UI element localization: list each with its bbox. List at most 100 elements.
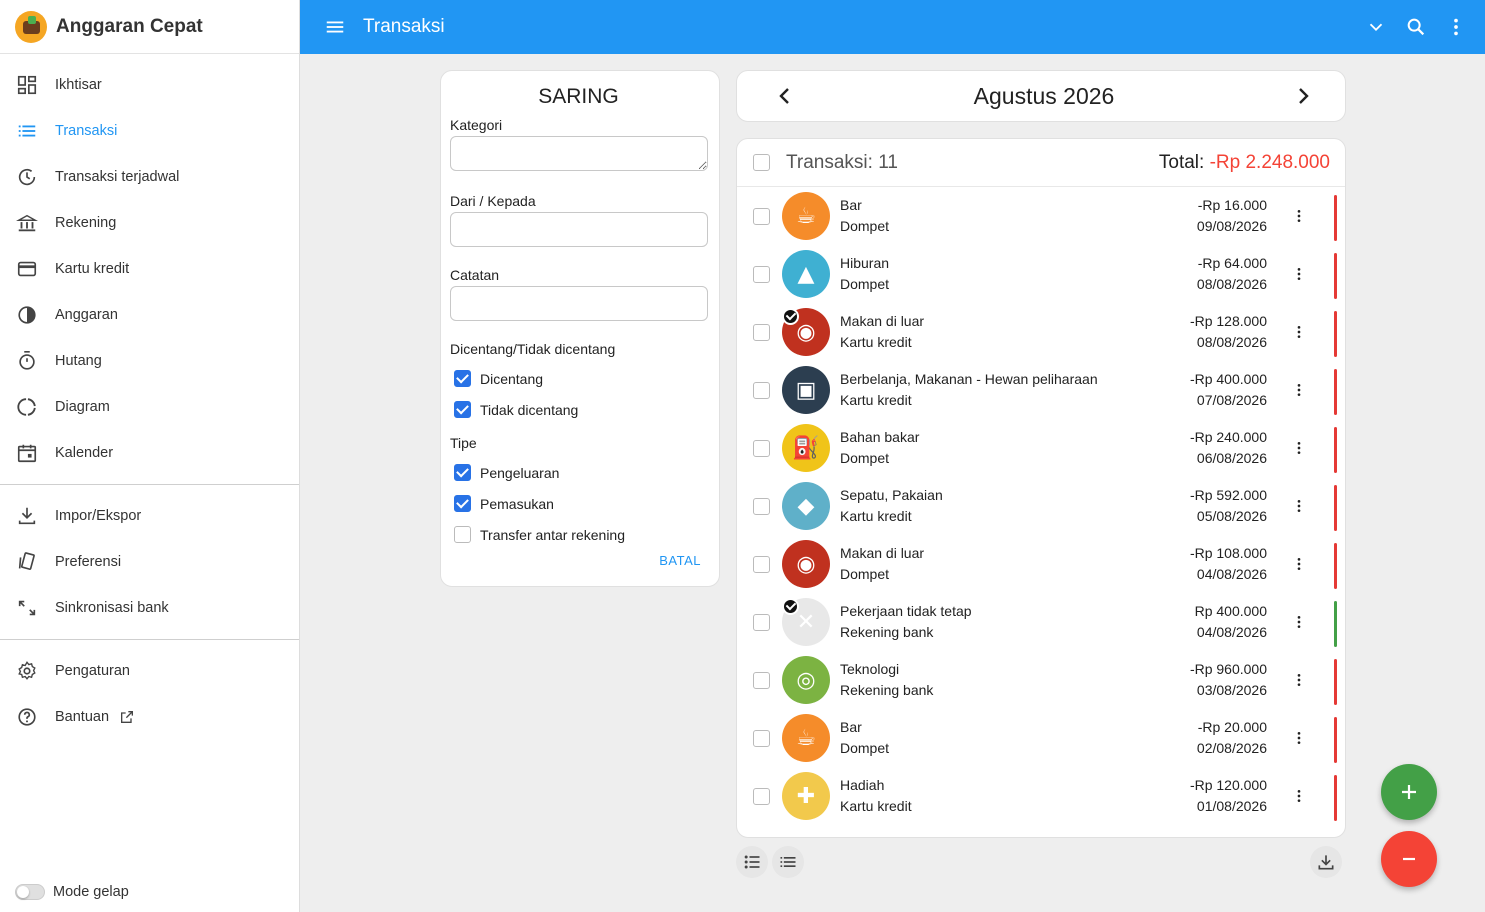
sidebar-item-kartu-kredit[interactable]: Kartu kredit	[0, 246, 299, 292]
type-checkbox[interactable]	[454, 495, 471, 512]
row-checkbox[interactable]	[753, 729, 770, 747]
sidebar-item-rekening[interactable]: Rekening	[0, 200, 299, 246]
app-name: Anggaran Cepat	[56, 15, 203, 37]
table-row[interactable]: ✕ Pekerjaan tidak tetap Rekening bank Rp 40…	[737, 593, 1345, 651]
row-menu-button[interactable]	[1291, 437, 1307, 459]
checked-status-checkbox[interactable]	[454, 370, 471, 387]
dark-mode-switch[interactable]	[15, 884, 45, 900]
row-checkbox[interactable]	[753, 381, 770, 399]
row-menu-button[interactable]	[1291, 495, 1307, 517]
sidebar-item-hutang[interactable]: Hutang	[0, 338, 299, 384]
row-menu-button[interactable]	[1291, 379, 1307, 401]
transaction-rows: ☕ Bar Dompet -Rp 16.000 09/08/2026 ▲ Hiburan Do…	[737, 187, 1345, 825]
type-option[interactable]: Transfer antar rekening	[450, 519, 707, 550]
row-checkbox[interactable]	[753, 497, 770, 515]
row-menu-button[interactable]	[1291, 611, 1307, 633]
row-checkbox[interactable]	[753, 207, 770, 225]
type-option[interactable]: Pengeluaran	[450, 457, 707, 488]
row-amount: -Rp 108.000	[1189, 545, 1267, 561]
table-row[interactable]: ◉ Makan di luar Kartu kredit -Rp 128.000 08/…	[737, 303, 1345, 361]
category-input[interactable]	[450, 136, 708, 171]
table-row[interactable]: ☕ Bar Dompet -Rp 20.000 02/08/2026	[737, 709, 1345, 767]
row-account: Kartu kredit	[840, 508, 912, 524]
from-to-label: Dari / Kepada	[450, 193, 536, 209]
table-row[interactable]: ◉ Makan di luar Dompet -Rp 108.000 04/08/202…	[737, 535, 1345, 593]
type-indicator	[1334, 253, 1337, 299]
export-button[interactable]	[1310, 846, 1342, 878]
sidebar-item-label: Bantuan	[55, 709, 110, 725]
sidebar-item-anggaran[interactable]: Anggaran	[0, 292, 299, 338]
minus-icon	[1403, 857, 1415, 861]
table-row[interactable]: ▣ Berbelanja, Makanan - Hewan peliharaan K…	[737, 361, 1345, 419]
type-indicator	[1334, 195, 1337, 241]
sidebar-item-sinkronisasi-bank[interactable]: Sinkronisasi bank	[0, 585, 299, 631]
sidebar-item-transaksi[interactable]: Transaksi	[0, 108, 299, 154]
row-checkbox[interactable]	[753, 265, 770, 283]
chevron-right-icon[interactable]	[1291, 84, 1315, 108]
checked-status-checkbox[interactable]	[454, 401, 471, 418]
compact-view-button[interactable]	[772, 846, 804, 878]
row-checkbox[interactable]	[753, 439, 770, 457]
row-menu-button[interactable]	[1291, 263, 1307, 285]
type-checkbox[interactable]	[454, 464, 471, 481]
shopping-pet-icon: ▣	[782, 366, 830, 414]
row-date: 08/08/2026	[1196, 334, 1267, 350]
checked-status-option[interactable]: Tidak dicentang	[450, 394, 707, 425]
row-menu-button[interactable]	[1291, 205, 1307, 227]
table-row[interactable]: ▲ Hiburan Dompet -Rp 64.000 08/08/2026	[737, 245, 1345, 303]
sidebar-item-preferensi[interactable]: Preferensi	[0, 539, 299, 585]
row-checkbox[interactable]	[753, 555, 770, 573]
row-menu-button[interactable]	[1291, 321, 1307, 343]
select-all-checkbox[interactable]	[753, 154, 770, 171]
row-account: Kartu kredit	[840, 334, 912, 350]
row-amount-date: -Rp 64.000 08/08/2026	[1197, 253, 1267, 295]
type-option-label: Pengeluaran	[480, 464, 560, 481]
sidebar-item-diagram[interactable]: Diagram	[0, 384, 299, 430]
row-checkbox[interactable]	[753, 613, 770, 631]
detailed-view-button[interactable]	[736, 846, 768, 878]
from-to-input[interactable]	[450, 212, 708, 247]
row-amount: -Rp 400.000	[1189, 371, 1267, 387]
sidebar-item-label: Diagram	[55, 399, 110, 415]
dark-mode-toggle[interactable]: Mode gelap	[15, 884, 129, 900]
chevron-left-icon[interactable]	[773, 84, 797, 108]
sidebar-item-impor-ekspor[interactable]: Impor/Ekspor	[0, 493, 299, 539]
row-menu-button[interactable]	[1291, 553, 1307, 575]
table-row[interactable]: ◆ Sepatu, Pakaian Kartu kredit -Rp 592.000 0…	[737, 477, 1345, 535]
list-detailed-icon	[744, 855, 760, 869]
type-indicator	[1334, 485, 1337, 531]
table-row[interactable]: ✚ Hadiah Kartu kredit -Rp 120.000 01/08/2026	[737, 767, 1345, 825]
row-menu-button[interactable]	[1291, 669, 1307, 691]
more-vert-icon	[1297, 384, 1301, 396]
more-vert-icon	[1297, 442, 1301, 454]
cancel-button[interactable]: BATAL	[659, 553, 701, 568]
row-account: Rekening bank	[840, 682, 934, 698]
sidebar-item-label: Anggaran	[55, 307, 118, 323]
row-checkbox[interactable]	[753, 671, 770, 689]
row-menu-button[interactable]	[1291, 785, 1307, 807]
search-icon[interactable]	[1405, 16, 1427, 38]
row-checkbox[interactable]	[753, 323, 770, 341]
table-row[interactable]: ◎ Teknologi Rekening bank -Rp 960.000 03/08/…	[737, 651, 1345, 709]
more-vert-icon[interactable]	[1445, 16, 1467, 38]
sidebar-item-pengaturan[interactable]: Pengaturan	[0, 648, 299, 694]
type-option[interactable]: Pemasukan	[450, 488, 707, 519]
add-income-button[interactable]	[1381, 764, 1437, 820]
sidebar-item-kalender[interactable]: Kalender	[0, 430, 299, 476]
menu-icon[interactable]	[324, 16, 346, 38]
row-menu-button[interactable]	[1291, 727, 1307, 749]
row-checkbox[interactable]	[753, 787, 770, 805]
credit-card-icon	[16, 258, 38, 280]
sidebar-item-label: Kartu kredit	[55, 261, 130, 277]
chevron-down-icon[interactable]	[1365, 16, 1387, 38]
table-row[interactable]: ☕ Bar Dompet -Rp 16.000 09/08/2026	[737, 187, 1345, 245]
type-checkbox[interactable]	[454, 526, 471, 543]
add-expense-button[interactable]	[1381, 831, 1437, 887]
sidebar-item-bantuan[interactable]: Bantuan	[0, 694, 299, 740]
row-amount: -Rp 592.000	[1189, 487, 1267, 503]
sidebar-item-transaksi-terjadwal[interactable]: Transaksi terjadwal	[0, 154, 299, 200]
notes-input[interactable]	[450, 286, 708, 321]
checked-status-option[interactable]: Dicentang	[450, 363, 707, 394]
table-row[interactable]: ⛽ Bahan bakar Dompet -Rp 240.000 06/08/2026	[737, 419, 1345, 477]
sidebar-item-ikhtisar[interactable]: Ikhtisar	[0, 62, 299, 108]
